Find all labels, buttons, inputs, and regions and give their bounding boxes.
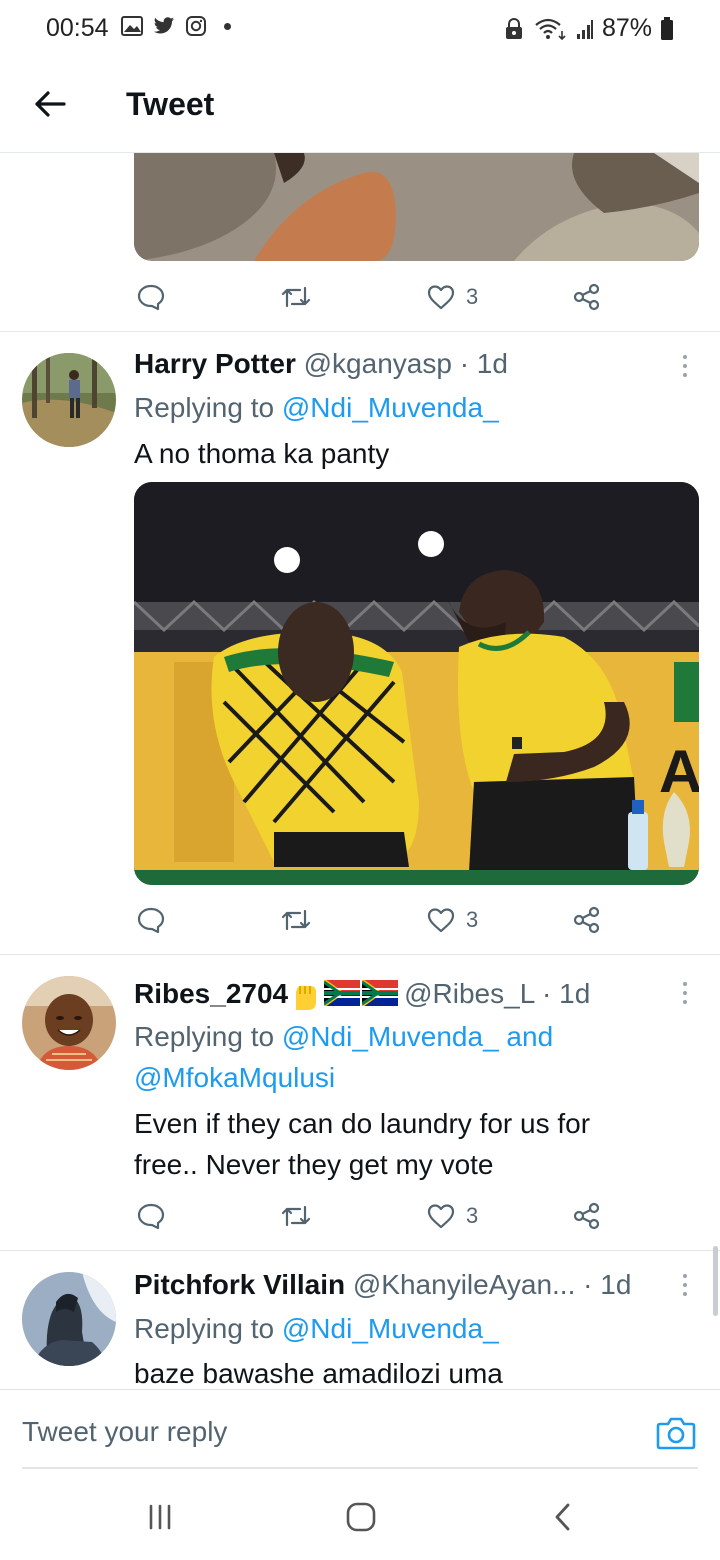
like-button[interactable]: 3	[426, 1196, 478, 1236]
avatar[interactable]	[22, 1272, 116, 1366]
user-display-name[interactable]: Ribes_2704	[134, 978, 288, 1009]
comment-icon	[137, 284, 165, 311]
tweet-time: · 1d	[542, 978, 591, 1009]
tweet-media-image[interactable]: A	[134, 482, 699, 885]
tweet-actions: 3	[134, 1196, 604, 1236]
status-time: 00:54	[46, 14, 109, 42]
tweet-divider	[0, 331, 720, 332]
tweet-header: Pitchfork Villain @KhanyileAyan... · 1d	[134, 1269, 631, 1301]
comment-icon	[137, 1203, 165, 1230]
avatar[interactable]	[22, 976, 116, 1070]
retweet-button[interactable]	[280, 1196, 312, 1236]
mention-link[interactable]: @MfokaMqulusi	[134, 1062, 335, 1093]
south-africa-flag-icon	[362, 979, 399, 1006]
svg-text:A: A	[659, 738, 699, 805]
share-icon	[573, 1202, 600, 1230]
reply-button[interactable]	[136, 1196, 166, 1236]
reply-underline	[22, 1467, 698, 1469]
reply-composer: Tweet your reply	[0, 1389, 720, 1469]
home-button[interactable]	[341, 1500, 381, 1534]
tweet-thread[interactable]: 3 Harry Potter @kganyasp · 1d Replying t…	[0, 153, 720, 1389]
more-options-button[interactable]	[675, 1270, 695, 1300]
share-button[interactable]	[572, 900, 602, 940]
twitter-icon	[152, 14, 176, 38]
instagram-icon	[184, 14, 208, 38]
tweet-header: Ribes_2704 @Ribes_L · 1d	[134, 978, 590, 1012]
system-navigation-bar	[0, 1470, 720, 1560]
lock-icon	[502, 17, 526, 41]
heart-icon	[427, 1204, 455, 1229]
share-icon	[573, 283, 600, 311]
notification-dot	[224, 22, 231, 30]
tweet-actions: 3	[134, 900, 604, 940]
like-count: 3	[466, 907, 479, 932]
mention-link[interactable]: @Ndi_Muvenda_	[282, 1021, 499, 1052]
replying-to: Replying to @Ndi_Muvenda_ and @MfokaMqul…	[134, 1021, 554, 1093]
retweet-icon	[281, 286, 311, 308]
battery-percent: 87%	[601, 14, 652, 42]
back-button[interactable]	[30, 84, 70, 124]
chevron-left-icon	[555, 1503, 570, 1531]
status-notification-icons	[120, 14, 231, 38]
like-button[interactable]: 3	[426, 277, 478, 317]
app-header: Tweet	[0, 60, 720, 153]
user-display-name[interactable]: Pitchfork Villain	[134, 1269, 345, 1300]
tweet-header: Harry Potter @kganyasp · 1d	[134, 348, 508, 380]
replying-to: Replying to @Ndi_Muvenda_	[134, 392, 499, 423]
user-handle[interactable]: @Ribes_L	[404, 978, 534, 1009]
tweet-time: · 1d	[583, 1269, 632, 1300]
recent-apps-button[interactable]	[140, 1500, 180, 1534]
raised-fist-emoji	[296, 985, 317, 1010]
heart-icon	[427, 285, 455, 310]
share-button[interactable]	[572, 277, 602, 317]
tweet-time: · 1d	[459, 348, 508, 379]
camera-button[interactable]	[656, 1414, 700, 1454]
status-right-icons: 87%	[502, 14, 674, 43]
wifi-icon	[534, 17, 568, 41]
like-button[interactable]: 3	[426, 900, 478, 940]
camera-icon	[656, 1417, 696, 1450]
heart-icon	[427, 908, 455, 933]
tweet-text: baze bawashe amadilozi uma	[134, 1358, 503, 1389]
page-title: Tweet	[126, 86, 215, 122]
tweet-text: A no thoma ka panty	[134, 438, 390, 469]
more-options-button[interactable]	[675, 351, 695, 381]
tweet-divider	[0, 1250, 720, 1251]
reply-input[interactable]: Tweet your reply	[22, 1416, 227, 1448]
share-icon	[573, 906, 600, 934]
tweet-media-image[interactable]	[134, 153, 699, 261]
avatar[interactable]	[22, 353, 116, 447]
gallery-icon	[120, 14, 144, 38]
like-count: 3	[466, 1203, 479, 1228]
arrow-left-icon	[35, 91, 66, 117]
reply-button[interactable]	[136, 900, 166, 940]
retweet-button[interactable]	[280, 900, 312, 940]
user-handle[interactable]: @kganyasp	[304, 348, 452, 379]
more-options-button[interactable]	[675, 978, 695, 1008]
share-button[interactable]	[572, 1196, 602, 1236]
battery-icon	[660, 16, 674, 41]
name-emoji	[288, 979, 399, 1012]
home-icon	[346, 1502, 376, 1532]
scrollbar[interactable]	[713, 1246, 718, 1316]
retweet-icon	[281, 909, 311, 931]
tweet-text: Even if they can do laundry for us for f…	[134, 1108, 591, 1180]
retweet-icon	[281, 1205, 311, 1227]
signal-icon	[576, 17, 594, 41]
comment-icon	[137, 907, 165, 934]
recent-apps-icon	[149, 1504, 171, 1530]
like-count: 3	[466, 284, 479, 309]
replying-to: Replying to @Ndi_Muvenda_	[134, 1313, 499, 1344]
reply-button[interactable]	[136, 277, 166, 317]
system-back-button[interactable]	[543, 1500, 583, 1534]
mention-link[interactable]: @Ndi_Muvenda_	[282, 392, 499, 423]
user-display-name[interactable]: Harry Potter	[134, 348, 296, 379]
tweet-divider	[0, 954, 720, 955]
status-bar: 00:54 87%	[0, 0, 720, 60]
retweet-button[interactable]	[280, 277, 312, 317]
south-africa-flag-icon	[324, 979, 361, 1006]
tweet-actions: 3	[134, 277, 604, 317]
user-handle[interactable]: @KhanyileAyan...	[353, 1269, 575, 1300]
mention-link[interactable]: @Ndi_Muvenda_	[282, 1313, 499, 1344]
